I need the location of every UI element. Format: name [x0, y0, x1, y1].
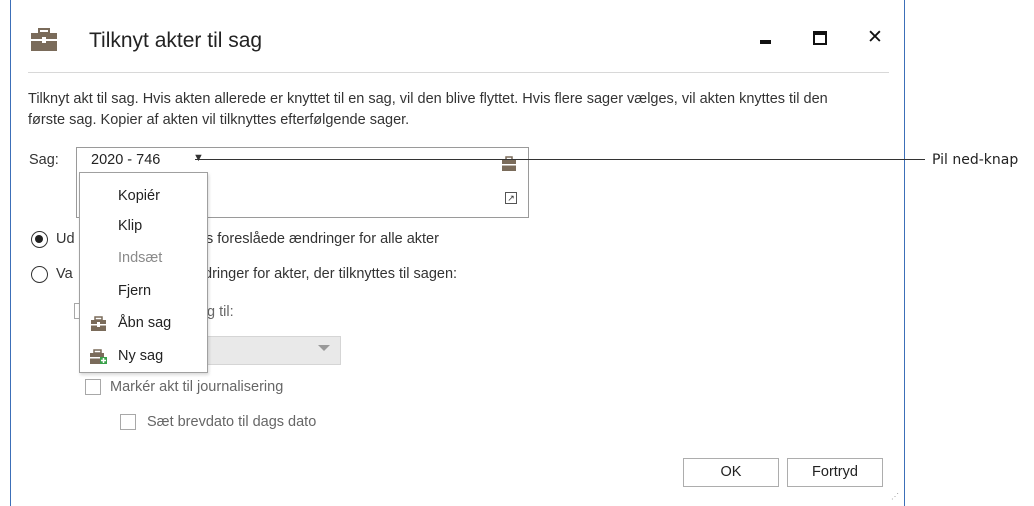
- new-case-icon: [90, 349, 107, 364]
- resize-grip-icon[interactable]: ⋰: [891, 492, 901, 502]
- radio2-label-start: Va: [56, 266, 73, 282]
- dialog-window: Tilknyt akter til sag ✕ Tilknyt akt til …: [10, 0, 905, 506]
- description-text: Tilknyt akt til sag. Hvis akten allerede…: [28, 91, 828, 128]
- checkbox-journal[interactable]: [85, 379, 101, 395]
- title-bar: Tilknyt akter til sag ✕: [11, 0, 904, 72]
- brevdato-label: Sæt brevdato til dags dato: [147, 414, 317, 430]
- maximize-button[interactable]: [806, 24, 834, 52]
- sag-value[interactable]: 2020 - 746: [91, 152, 160, 168]
- ok-button[interactable]: OK: [683, 458, 779, 487]
- case-icon: [31, 28, 57, 51]
- callout-line: [195, 159, 925, 160]
- expand-icon[interactable]: ↗: [505, 192, 517, 204]
- radio-use-suggested[interactable]: [31, 231, 48, 248]
- radio2-label-end: dringer for akter, der tilknyttes til sa…: [204, 266, 458, 282]
- title-divider: [28, 72, 889, 73]
- radio-choose-changes[interactable]: [31, 266, 48, 283]
- menu-item-indsaet: Indsæt: [118, 250, 163, 266]
- minimize-button[interactable]: [751, 24, 779, 52]
- maximize-icon: [813, 31, 827, 45]
- chevron-down-icon[interactable]: [318, 345, 330, 351]
- menu-item-fjern[interactable]: Fjern: [118, 283, 151, 299]
- close-icon: ✕: [867, 27, 883, 48]
- radio1-label-start: Ud: [56, 231, 75, 247]
- menu-item-ny-sag[interactable]: Ny sag: [118, 348, 163, 364]
- callout-label: Pil ned-knap: [932, 152, 1019, 168]
- sag-label: Sag:: [29, 152, 59, 168]
- dialog-title: Tilknyt akter til sag: [89, 29, 263, 52]
- minimize-icon: [759, 40, 771, 44]
- change-to-label: g til:: [207, 304, 234, 320]
- menu-item-klip[interactable]: Klip: [118, 218, 142, 234]
- journal-label: Markér akt til journalisering: [110, 379, 284, 395]
- context-menu: Kopiér Klip Indsæt Fjern Åbn sag Ny sag: [79, 172, 208, 373]
- checkbox-brevdato[interactable]: [120, 414, 136, 430]
- dropdown-arrow-icon[interactable]: ▼: [193, 152, 204, 164]
- radio1-label-end: s foreslåede ændringer for alle akter: [206, 231, 439, 247]
- cancel-button[interactable]: Fortryd: [787, 458, 883, 487]
- menu-item-aabn-sag[interactable]: Åbn sag: [118, 315, 171, 331]
- menu-item-kopier[interactable]: Kopiér: [118, 188, 160, 204]
- case-icon: [91, 316, 106, 331]
- close-button[interactable]: ✕: [861, 24, 889, 52]
